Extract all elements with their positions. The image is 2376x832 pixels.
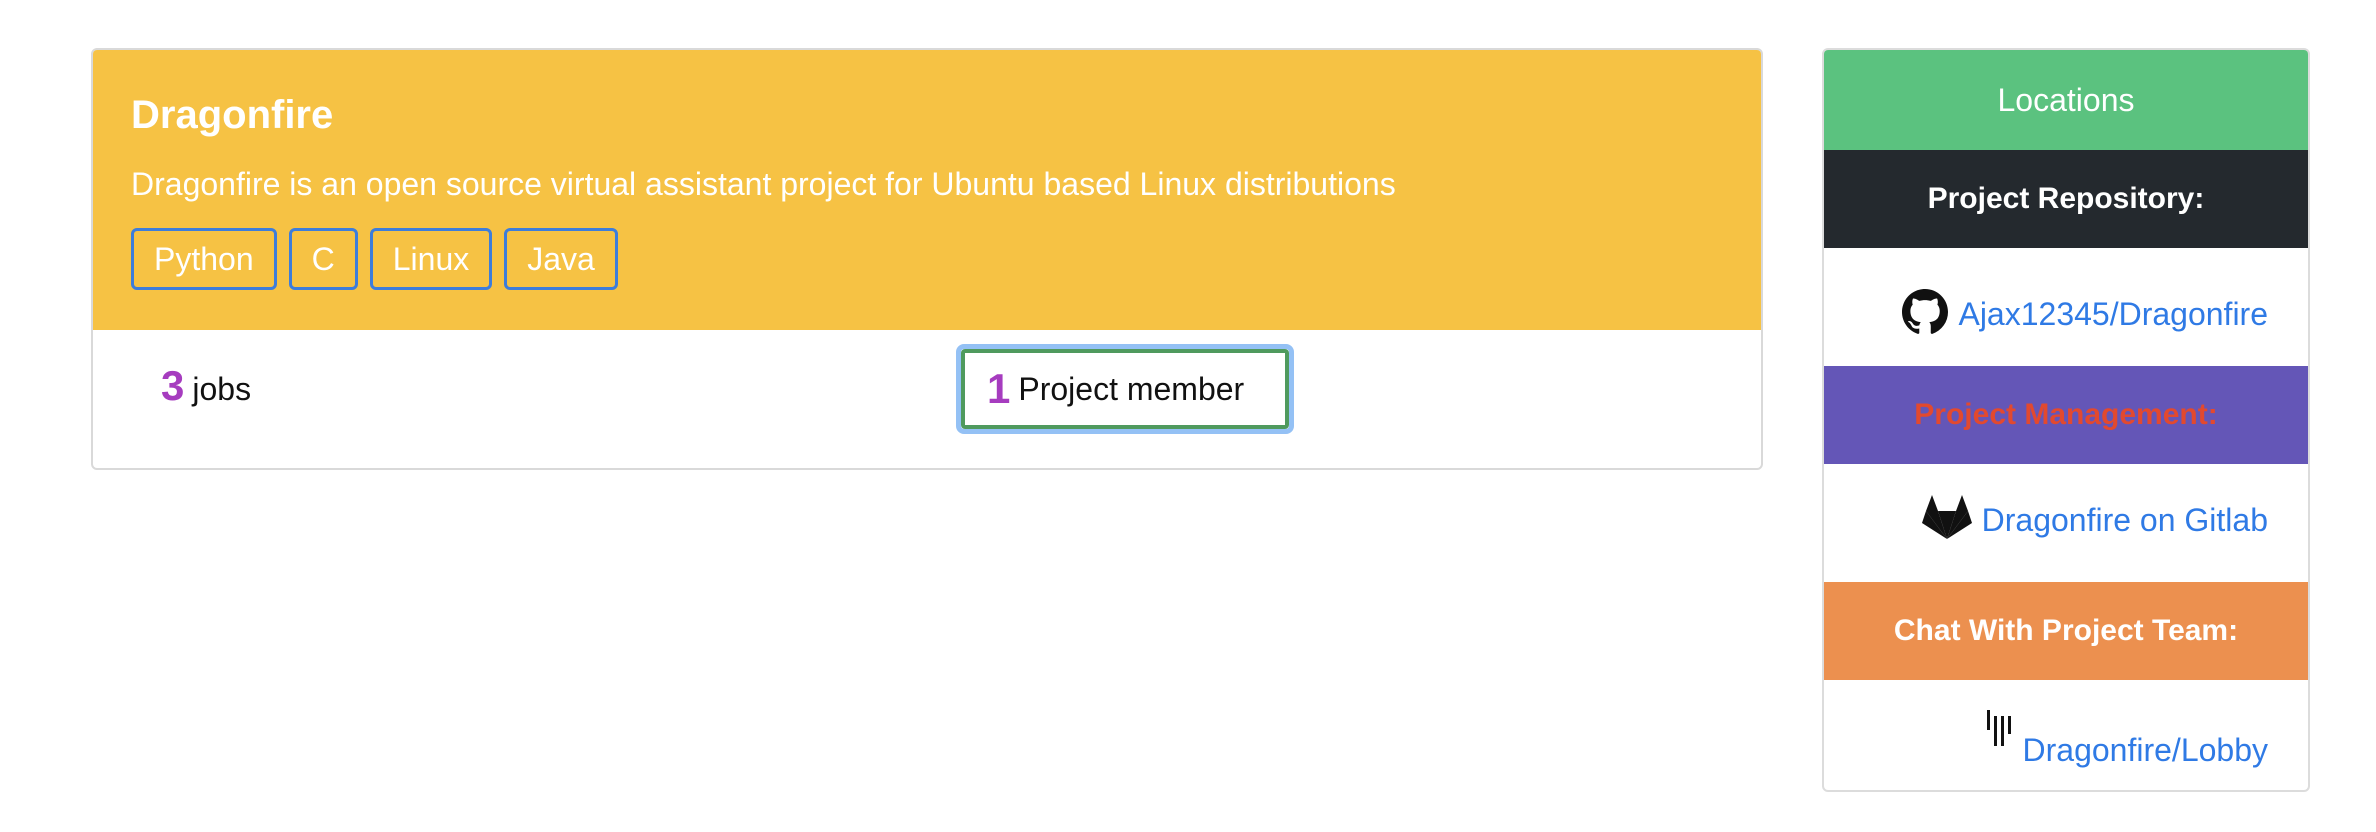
management-row: Dragonfire on Gitlab [1824,464,2308,582]
chat-title: Chat With Project Team: [1824,582,2308,680]
locations-panel: Locations Project Repository: Ajax12345/… [1822,48,2310,792]
tag-java[interactable]: Java [504,228,618,290]
tag-c[interactable]: C [288,228,358,290]
repository-title: Project Repository: [1824,150,2308,248]
repository-link[interactable]: Ajax12345/Dragonfire [1958,296,2268,333]
project-header: Dragonfire Dragonfire is an open source … [93,50,1761,330]
tag-python[interactable]: Python [131,228,277,290]
gitlab-icon [1921,494,1972,546]
project-description: Dragonfire is an open source virtual ass… [131,166,1396,202]
repository-row: Ajax12345/Dragonfire [1824,248,2308,366]
tag-linux[interactable]: Linux [369,228,493,290]
page: Dragonfire Dragonfire is an open source … [0,0,2376,832]
project-member-inner: 1 Project member [961,349,1289,429]
chat-link[interactable]: Dragonfire/Lobby [2023,732,2268,769]
jobs-stat: 3 jobs [161,356,251,419]
management-link[interactable]: Dragonfire on Gitlab [1982,502,2268,539]
locations-header: Locations [1824,50,2308,150]
jobs-label: jobs [192,371,252,407]
management-title: Project Management: [1824,366,2308,464]
chat-row: Dragonfire/Lobby [1824,680,2308,790]
tag-list: Python C Linux Java [131,228,1723,290]
gitter-icon [1985,710,2013,751]
jobs-count: 3 [161,362,185,409]
github-icon [1902,288,1949,340]
members-count: 1 [987,365,1011,412]
project-card: Dragonfire Dragonfire is an open source … [91,48,1763,470]
members-label: Project member [1018,370,1245,407]
project-footer: 3 jobs 1 Project member [93,330,1761,468]
project-title: Dragonfire [131,93,334,137]
project-member-button[interactable]: 1 Project member [956,344,1294,434]
